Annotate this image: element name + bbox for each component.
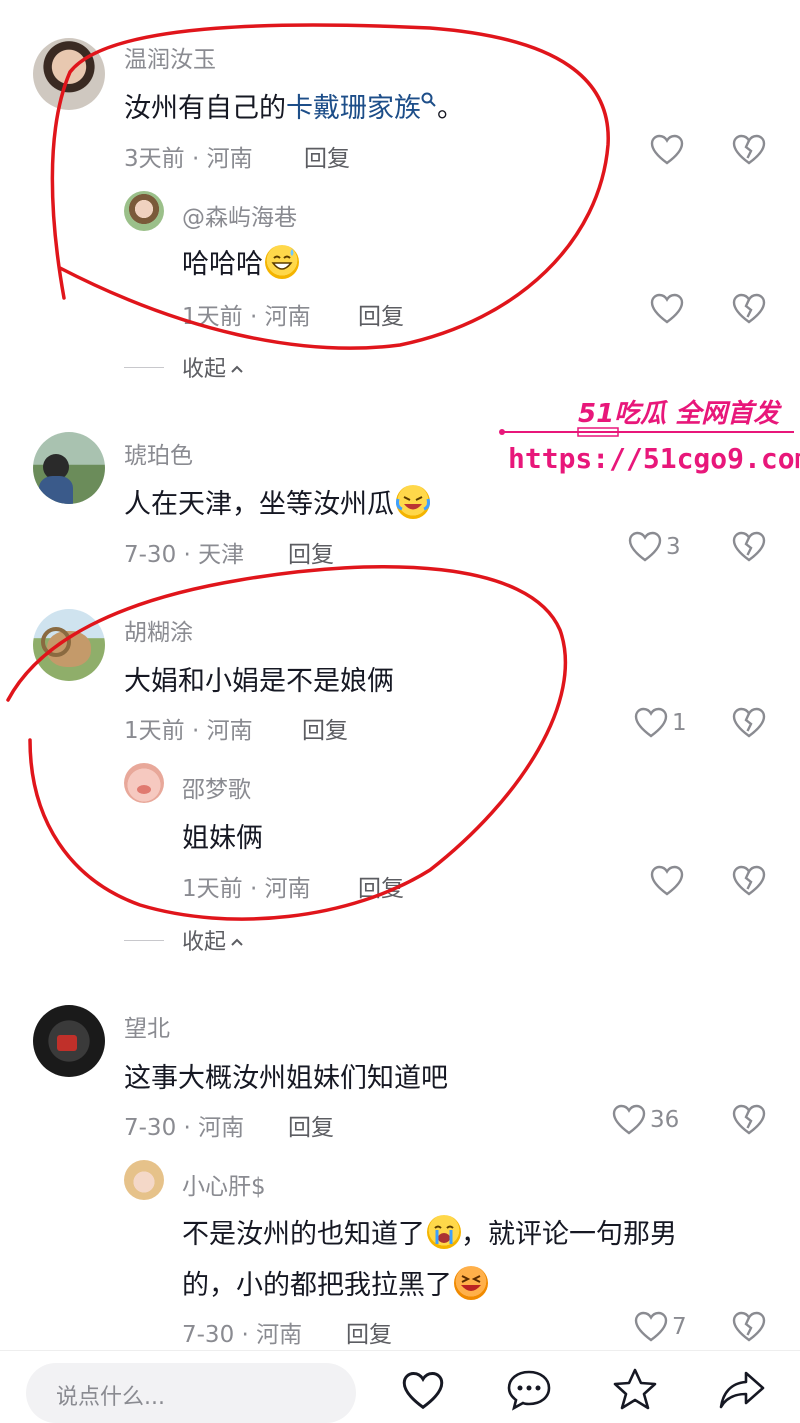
like-button[interactable] bbox=[650, 134, 688, 166]
watermark-decoration bbox=[499, 427, 794, 437]
avatar[interactable] bbox=[124, 1160, 164, 1200]
heart-icon bbox=[634, 707, 668, 739]
divider bbox=[124, 939, 164, 941]
like-button[interactable]: 7 bbox=[634, 1311, 687, 1343]
avatar[interactable] bbox=[33, 609, 105, 681]
collapse-replies-button[interactable]: 收起 bbox=[124, 924, 244, 956]
comment-input-placeholder: 说点什么... bbox=[56, 1385, 165, 1410]
heart-icon bbox=[650, 865, 684, 897]
comment-meta: 1天前 · 河南 bbox=[124, 718, 253, 744]
dislike-icon[interactable] bbox=[732, 1311, 766, 1343]
comment-username[interactable]: 胡糊涂 bbox=[124, 613, 193, 647]
reply-meta: 7-30 · 河南 bbox=[182, 1322, 303, 1348]
heart-icon bbox=[612, 1104, 646, 1136]
comment-meta: 7-30 · 河南 bbox=[124, 1115, 245, 1141]
star-icon[interactable] bbox=[612, 1367, 658, 1411]
reply-username[interactable]: @森屿海巷 bbox=[182, 198, 297, 232]
dislike-icon[interactable] bbox=[732, 134, 766, 166]
avatar[interactable] bbox=[33, 1005, 105, 1077]
comment-text: 这事大概汝州姐妹们知道吧 bbox=[124, 1063, 448, 1094]
comment-input[interactable]: 说点什么... bbox=[26, 1363, 356, 1423]
reply-button[interactable]: 回复 bbox=[302, 711, 348, 745]
dislike-icon[interactable] bbox=[732, 1104, 766, 1136]
like-button[interactable] bbox=[650, 293, 688, 325]
squint-laugh-emoji bbox=[454, 1266, 488, 1300]
chevron-up-icon bbox=[230, 928, 244, 953]
grin-sweat-emoji bbox=[265, 245, 299, 279]
avatar[interactable] bbox=[124, 763, 164, 803]
comment-text: 人在天津，坐等汝州瓜 bbox=[124, 482, 430, 521]
like-button[interactable]: 36 bbox=[612, 1104, 679, 1136]
comment-meta: 3天前 · 河南 bbox=[124, 146, 253, 172]
annotation-overlay bbox=[6, 23, 610, 921]
reply-text: 姐妹俩 bbox=[182, 823, 263, 854]
reply-meta: 1天前 · 河南 bbox=[182, 876, 311, 902]
like-count: 1 bbox=[672, 710, 687, 736]
like-count: 36 bbox=[650, 1107, 680, 1133]
comment-username[interactable]: 琥珀色 bbox=[124, 436, 193, 470]
divider bbox=[124, 366, 164, 368]
dislike-icon[interactable] bbox=[732, 531, 766, 563]
avatar[interactable] bbox=[33, 432, 105, 504]
watermark-url: https://51cgo9.com bbox=[508, 442, 800, 475]
comment-username[interactable]: 温润汝玉 bbox=[124, 40, 216, 74]
reply-username[interactable]: 邵梦歌 bbox=[182, 770, 251, 804]
avatar[interactable] bbox=[124, 191, 164, 231]
reply-button[interactable]: 回复 bbox=[358, 869, 404, 903]
comment-username[interactable]: 望北 bbox=[124, 1009, 170, 1043]
search-icon[interactable] bbox=[421, 84, 437, 115]
comment-text: 汝州有自己的卡戴珊家族。 bbox=[124, 86, 464, 125]
heart-icon bbox=[634, 1311, 668, 1343]
reply-button[interactable]: 回复 bbox=[304, 139, 350, 173]
collapse-replies-button[interactable]: 收起 bbox=[124, 351, 244, 383]
avatar[interactable] bbox=[33, 38, 105, 110]
heart-icon bbox=[650, 293, 684, 325]
search-link[interactable]: 卡戴珊家族 bbox=[286, 93, 421, 124]
heart-icon bbox=[628, 531, 662, 563]
reply-text-line-1: 不是汝州的也知道了 ，就评论一句那男 bbox=[182, 1212, 677, 1251]
share-icon[interactable] bbox=[718, 1369, 766, 1411]
like-count: 3 bbox=[666, 534, 681, 560]
like-count: 7 bbox=[672, 1314, 687, 1340]
reply-button[interactable]: 回复 bbox=[288, 535, 334, 569]
comment-meta: 7-30 · 天津 bbox=[124, 542, 245, 568]
like-button[interactable]: 1 bbox=[634, 707, 687, 739]
dislike-icon[interactable] bbox=[732, 865, 766, 897]
like-button[interactable]: 3 bbox=[628, 531, 681, 563]
reply-button[interactable]: 回复 bbox=[358, 297, 404, 331]
comment-text: 大娟和小娟是不是娘俩 bbox=[124, 666, 394, 697]
bottom-action-bar: 说点什么... bbox=[0, 1350, 800, 1423]
reply-text: 哈哈哈 bbox=[182, 242, 299, 281]
reply-button[interactable]: 回复 bbox=[346, 1315, 392, 1349]
laugh-cry-emoji bbox=[396, 485, 430, 519]
reply-button[interactable]: 回复 bbox=[288, 1108, 334, 1142]
reply-meta: 1天前 · 河南 bbox=[182, 304, 311, 330]
dislike-icon[interactable] bbox=[732, 293, 766, 325]
reply-text-line-2: 的，小的都把我拉黑了 bbox=[182, 1263, 488, 1302]
heart-icon bbox=[650, 134, 684, 166]
dislike-icon[interactable] bbox=[732, 707, 766, 739]
comment-icon[interactable] bbox=[506, 1369, 552, 1411]
chevron-up-icon bbox=[230, 355, 244, 380]
like-button[interactable] bbox=[650, 865, 688, 897]
crying-emoji bbox=[427, 1215, 461, 1249]
reply-username[interactable]: 小心肝$ bbox=[182, 1167, 266, 1201]
heart-icon[interactable] bbox=[400, 1371, 446, 1411]
